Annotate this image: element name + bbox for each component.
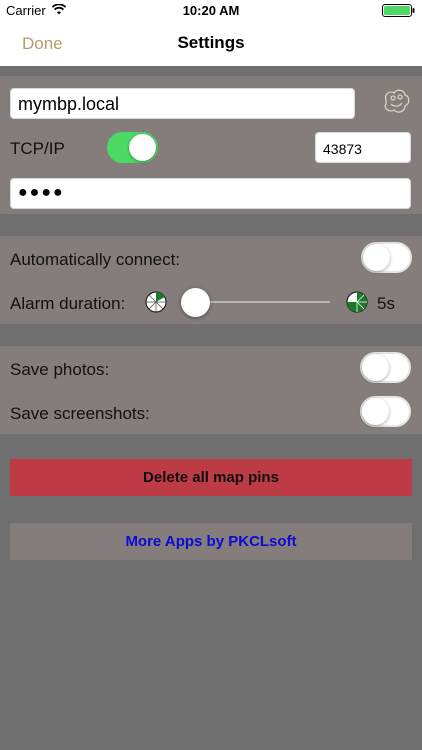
- toggle-knob: [362, 354, 389, 381]
- status-bar: Carrier 10:20 AM: [0, 0, 422, 20]
- app-logo-icon[interactable]: [380, 86, 412, 118]
- toggle-knob: [362, 398, 389, 425]
- protocol-toggle[interactable]: [107, 132, 158, 163]
- auto-connect-toggle[interactable]: [361, 242, 412, 273]
- status-time: 10:20 AM: [182, 3, 240, 18]
- protocol-label: TCP/IP: [10, 139, 65, 158]
- navigation-bar: Done Settings: [0, 20, 422, 66]
- toggle-knob: [363, 244, 390, 271]
- save-photos-toggle[interactable]: [360, 352, 411, 383]
- page-title: Settings: [177, 33, 245, 52]
- save-screenshots-label: Save screenshots:: [10, 404, 150, 423]
- saving-group: Save photos: Save screenshots:: [0, 346, 422, 434]
- alarm-duration-value: 5s: [377, 294, 395, 313]
- battery-icon: [382, 4, 415, 17]
- more-apps-button[interactable]: More Apps by PKCLsoft: [10, 523, 412, 560]
- alarm-duration-slider-knob[interactable]: [181, 288, 210, 317]
- password-input[interactable]: ●●●●: [10, 178, 411, 209]
- toggle-knob: [129, 134, 156, 161]
- clock-long-icon: [346, 291, 368, 313]
- save-screenshots-toggle[interactable]: [360, 396, 411, 427]
- delete-map-pins-button[interactable]: Delete all map pins: [10, 459, 412, 496]
- alarm-duration-slider-track[interactable]: [195, 301, 330, 303]
- alarm-duration-label: Alarm duration:: [10, 294, 126, 313]
- host-input[interactable]: mymbp.local: [10, 88, 355, 119]
- auto-connect-label: Automatically connect:: [10, 250, 181, 269]
- clock-short-icon: [145, 291, 167, 313]
- connection-group: mymbp.local TCP/IP 43873 ●●●●: [0, 76, 422, 214]
- port-input[interactable]: 43873: [315, 132, 411, 163]
- save-photos-label: Save photos:: [10, 360, 110, 379]
